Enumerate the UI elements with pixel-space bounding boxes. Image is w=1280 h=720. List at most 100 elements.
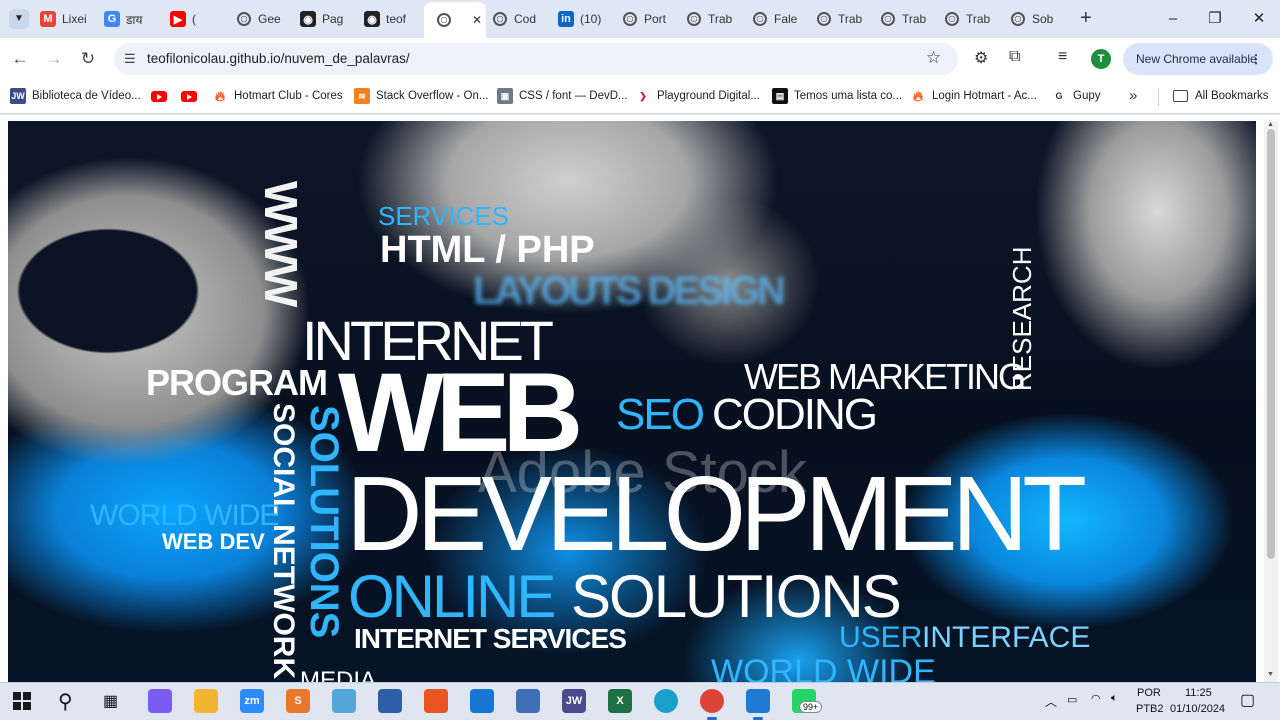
search-icon[interactable]: ⚲ <box>58 689 73 714</box>
input-language[interactable]: POR <box>1137 687 1161 699</box>
mail-icon[interactable] <box>470 689 494 713</box>
word-online: ONLINE <box>348 563 556 630</box>
bookmark-item[interactable]: G Gupy <box>1051 86 1101 106</box>
tab-label: ( <box>192 12 196 26</box>
bookmark-item[interactable]: 🔥︎ Login Hotmart - Ac... <box>910 86 1037 106</box>
hotmart-icon: 🔥︎ <box>912 87 924 104</box>
browser-tab[interactable]: ▶( <box>170 6 230 32</box>
bookmark-item[interactable]: ❯ Playground Digital... <box>635 86 760 106</box>
clock-date[interactable]: 01/10/2024 <box>1170 703 1225 715</box>
chrome-icon[interactable] <box>700 689 724 713</box>
bookmark-star-icon[interactable]: ☆ <box>926 48 941 68</box>
all-bookmarks-button[interactable]: All Bookmarks <box>1173 86 1269 106</box>
extensions-puzzle-icon[interactable]: ⧉ <box>1009 48 1020 66</box>
maximize-button[interactable]: ❐ <box>1204 8 1226 30</box>
bookmarks-overflow-button[interactable]: » <box>1129 87 1137 104</box>
word-media: MEDIA <box>300 667 377 683</box>
zoom-icon[interactable]: zm <box>240 689 264 713</box>
browser-tab[interactable]: Cod <box>492 6 552 32</box>
tab-search-button[interactable]: ▼ <box>9 9 29 29</box>
youtube-icon: ▶ <box>170 11 186 27</box>
browser-tab[interactable]: G डाय <box>104 6 164 32</box>
bookmark-item[interactable] <box>181 86 201 106</box>
address-bar[interactable]: ☰ teofilonicolau.github.io/nuvem_de_pala… <box>114 43 958 75</box>
list-icon: ▤ <box>772 88 788 104</box>
bookmark-item[interactable]: 🔥︎ Hotmart Club - Cores <box>212 86 343 106</box>
site-info-icon[interactable]: ☰ <box>124 51 136 67</box>
browser-tab[interactable]: Trab <box>944 6 1004 32</box>
browser-tab[interactable]: M Lixei <box>40 6 100 32</box>
scrollbar-thumb[interactable] <box>1267 129 1275 559</box>
bookmark-item[interactable]: ≋ Stack Overflow - On... <box>354 86 488 106</box>
jw-library-icon[interactable]: JW <box>562 689 586 713</box>
browser-tab[interactable]: Trab <box>686 6 746 32</box>
excel-icon[interactable]: X <box>608 689 632 713</box>
scroll-down-arrow-icon[interactable]: ▼ <box>1267 671 1274 678</box>
bookmark-item[interactable]: ▣ CSS / font — DevD... <box>497 86 628 106</box>
browser-tab[interactable]: Gee <box>236 6 296 32</box>
bookmark-label: Stack Overflow - On... <box>376 90 489 102</box>
snipping-icon[interactable] <box>378 689 402 713</box>
tab-label: Trab <box>838 12 863 26</box>
bookmark-label: Playground Digital... <box>657 90 760 102</box>
linkedin-icon: in <box>558 11 574 27</box>
clock-time[interactable]: 11:25 <box>1185 687 1212 699</box>
tab-label: Pag <box>322 12 344 26</box>
copilot-icon[interactable] <box>148 689 172 713</box>
browser-tab[interactable]: Port <box>622 6 682 32</box>
browser-tab[interactable]: ◉ Pag <box>300 6 360 32</box>
update-chrome-button[interactable]: New Chrome available ⋮ <box>1123 43 1273 75</box>
all-bookmarks-label: All Bookmarks <box>1195 90 1269 102</box>
bookmark-item[interactable]: ▤ Temos uma lista co... <box>772 86 902 106</box>
tab-label: Port <box>644 12 667 26</box>
file-explorer-icon[interactable] <box>194 689 218 713</box>
bookmarks-bar: JW Biblioteca de Vídeo... 🔥︎ Hotmart Club -… <box>0 80 1280 114</box>
vscode-icon[interactable] <box>746 689 770 713</box>
bookmark-label: Biblioteca de Vídeo... <box>32 90 141 102</box>
sublime-icon[interactable]: S <box>286 689 310 713</box>
new-tab-button[interactable]: + <box>1080 7 1092 30</box>
minimize-button[interactable]: – <box>1162 8 1184 30</box>
browser-tab[interactable]: Sob <box>1010 6 1070 32</box>
edge-icon[interactable] <box>654 689 678 713</box>
bookmark-item[interactable] <box>151 86 171 106</box>
bookmark-label: Gupy <box>1073 90 1101 102</box>
wifi-icon[interactable]: ◠ <box>1091 692 1101 705</box>
bookmark-label: Temos uma lista co... <box>794 90 903 102</box>
virtualbox-icon[interactable] <box>516 689 540 713</box>
task-view-icon[interactable]: ▦ <box>103 691 118 711</box>
browser-tab[interactable]: ✕ <box>424 2 486 38</box>
reload-button[interactable]: ↻ <box>76 47 100 71</box>
browser-tab[interactable]: Trab <box>816 6 876 32</box>
profile-avatar[interactable]: T <box>1091 49 1111 69</box>
forward-button[interactable]: → <box>42 47 66 71</box>
keyboard-layout[interactable]: PTB2 <box>1136 703 1164 715</box>
browser-tab[interactable]: Fale <box>752 6 812 32</box>
battery-icon[interactable]: ▭ <box>1067 693 1077 706</box>
tray-overflow-icon[interactable]: ︿ <box>1045 693 1057 710</box>
browser-tab[interactable]: ◉ teof <box>364 6 424 32</box>
ubuntu-icon[interactable] <box>424 689 448 713</box>
close-window-button[interactable]: ✕ <box>1248 8 1270 30</box>
windows-start-button[interactable] <box>13 692 31 710</box>
tab-label: Trab <box>708 12 733 26</box>
hotmart-icon: 🔥︎ <box>214 87 226 104</box>
globe-icon <box>686 11 702 27</box>
menu-dots-icon[interactable]: ⋮ <box>1250 43 1262 75</box>
globe-icon <box>622 11 638 27</box>
url-text[interactable]: teofilonicolau.github.io/nuvem_de_palavr… <box>147 51 410 66</box>
notification-icon[interactable]: ▢ <box>1240 690 1255 710</box>
volume-icon[interactable]: 🔈︎ <box>1111 692 1118 705</box>
word-cloud-image: Adobe Stock WWW SERVICES HTML / PHP LAYO… <box>8 121 1256 682</box>
notepad-icon[interactable] <box>332 689 356 713</box>
word-solutions-vertical: SOLUTIONS <box>302 405 346 639</box>
close-tab-icon[interactable]: ✕ <box>472 13 482 27</box>
extension-gear-icon[interactable]: ⚙ <box>974 48 988 68</box>
back-button[interactable]: ← <box>8 47 32 71</box>
browser-tab[interactable]: Trab <box>880 6 940 32</box>
page-scrollbar[interactable]: ▲ ▼ <box>1264 121 1278 682</box>
browser-tab[interactable]: in (10) <box>558 6 618 32</box>
media-control-icon[interactable]: ≡ <box>1058 48 1067 66</box>
scroll-up-arrow-icon[interactable]: ▲ <box>1267 121 1274 128</box>
bookmark-item[interactable]: JW Biblioteca de Vídeo... <box>10 86 141 106</box>
